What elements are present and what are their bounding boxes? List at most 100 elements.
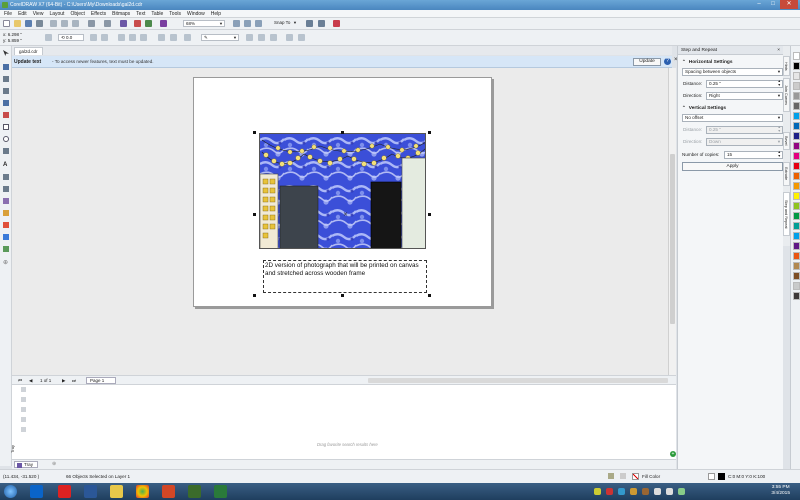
coreldraw-taskbar-icon[interactable] xyxy=(214,485,227,498)
vertical-scroll-thumb[interactable] xyxy=(670,154,675,324)
chrome-icon[interactable] xyxy=(136,485,149,498)
powerpoint-icon[interactable] xyxy=(162,485,175,498)
color-swatch[interactable] xyxy=(793,132,800,140)
previous-page-icon[interactable]: ◀ xyxy=(29,378,32,384)
weld-icon[interactable] xyxy=(184,34,191,41)
color-swatch[interactable] xyxy=(793,212,800,220)
horizontal-mode-select[interactable]: Spacing between objects ▼ xyxy=(682,68,783,76)
zoom-tool-icon[interactable] xyxy=(3,88,9,94)
show-rulers-icon[interactable] xyxy=(244,20,251,27)
docker-tab-extrude[interactable]: Extrude xyxy=(783,162,790,186)
selection-handle[interactable] xyxy=(428,294,431,297)
explorer-icon[interactable] xyxy=(110,485,123,498)
align-distribute-icon[interactable] xyxy=(246,34,253,41)
object-size-icon[interactable] xyxy=(45,34,52,41)
docker-tab-bevel[interactable]: Bevel xyxy=(783,132,790,150)
color-swatch[interactable] xyxy=(793,52,800,60)
itunes-icon[interactable] xyxy=(58,485,71,498)
menu-table[interactable]: Table xyxy=(151,11,163,17)
menu-tools[interactable]: Tools xyxy=(169,11,181,17)
system-clock[interactable]: 3:55 PM 3/4/2015 xyxy=(771,485,790,497)
color-swatch[interactable] xyxy=(793,292,800,300)
tray-toolbar-icon[interactable] xyxy=(21,417,26,422)
full-screen-preview-icon[interactable] xyxy=(233,20,240,27)
menu-help[interactable]: Help xyxy=(211,11,221,17)
color-proof-icon[interactable] xyxy=(608,473,614,479)
shape-tool-icon[interactable] xyxy=(3,64,9,70)
spinner-arrows-icon[interactable]: ▲ ▼ xyxy=(778,150,781,159)
connector-tool-icon[interactable] xyxy=(3,186,9,192)
gallery-artwork-group[interactable]: × xyxy=(259,133,426,249)
parallel-dimension-icon[interactable] xyxy=(3,174,9,180)
apply-button[interactable]: Apply xyxy=(682,162,783,171)
group-icon[interactable] xyxy=(118,34,125,41)
add-tab-icon[interactable]: ⊕ xyxy=(52,461,56,467)
word-icon[interactable] xyxy=(84,485,97,498)
outline-color-icon[interactable] xyxy=(718,473,725,480)
document-page[interactable]: × 2D version of photograph that will be … xyxy=(193,77,492,307)
save-icon[interactable] xyxy=(25,20,32,27)
color-swatch[interactable] xyxy=(793,62,800,70)
color-swatch[interactable] xyxy=(793,72,800,80)
transparency-tool-icon[interactable] xyxy=(3,210,9,216)
y-position[interactable]: y: 5.859 " xyxy=(3,38,22,43)
combine-icon[interactable] xyxy=(158,34,165,41)
rectangle-tool-icon[interactable] xyxy=(3,124,9,130)
welcome-screen-icon[interactable] xyxy=(318,20,325,27)
docker-tab-join-curves[interactable]: Join Curves xyxy=(783,78,790,112)
dreamweaver-icon[interactable] xyxy=(188,485,201,498)
mirror-vertical-icon[interactable] xyxy=(101,34,108,41)
redo-icon[interactable] xyxy=(104,20,111,27)
menu-layout[interactable]: Layout xyxy=(49,11,64,17)
eyedropper-icon[interactable] xyxy=(3,222,9,228)
application-launcher-icon[interactable] xyxy=(160,20,167,27)
color-swatch[interactable] xyxy=(793,282,800,290)
options-icon[interactable] xyxy=(306,20,313,27)
selection-handle[interactable] xyxy=(341,131,344,134)
document-color-icon[interactable] xyxy=(620,473,626,479)
snap-to-dropdown[interactable]: Snap To ▼ xyxy=(272,20,298,27)
copy-icon[interactable] xyxy=(61,20,68,27)
selection-handle[interactable] xyxy=(428,213,431,216)
color-swatch[interactable] xyxy=(793,142,800,150)
color-swatch[interactable] xyxy=(793,252,800,260)
ellipse-tool-icon[interactable] xyxy=(3,136,9,142)
tray-tab[interactable]: Tray xyxy=(14,461,39,468)
color-swatch[interactable] xyxy=(793,162,800,170)
outline-width-select[interactable]: ✎ ▼ xyxy=(201,34,239,41)
vertical-settings-heading[interactable]: ⌃ Vertical Settings xyxy=(682,105,726,111)
print-icon[interactable] xyxy=(36,20,43,27)
drawing-canvas[interactable]: × 2D version of photograph that will be … xyxy=(12,68,668,375)
add-tray-icon[interactable]: + xyxy=(670,451,676,457)
new-icon[interactable] xyxy=(3,20,10,27)
to-front-icon[interactable] xyxy=(258,34,265,41)
vertical-mode-select[interactable]: No offset ▼ xyxy=(682,114,783,122)
minimize-button[interactable]: – xyxy=(752,0,766,9)
menu-view[interactable]: View xyxy=(33,11,44,17)
copies-input[interactable]: 15 ▲ ▼ xyxy=(724,150,783,159)
next-page-icon[interactable]: ▶ xyxy=(62,378,65,384)
tray-app-icon[interactable] xyxy=(618,488,625,495)
update-button[interactable]: Update xyxy=(633,58,661,66)
outlook-icon[interactable] xyxy=(30,485,43,498)
smart-fill-icon[interactable] xyxy=(3,246,9,252)
menu-object[interactable]: Object xyxy=(70,11,84,17)
to-back-icon[interactable] xyxy=(270,34,277,41)
selection-handle[interactable] xyxy=(253,213,256,216)
cut-icon[interactable] xyxy=(50,20,57,27)
menu-window[interactable]: Window xyxy=(187,11,205,17)
search-content-icon[interactable] xyxy=(120,20,127,27)
ungroup-icon[interactable] xyxy=(129,34,136,41)
alignment-guides-icon[interactable] xyxy=(333,20,340,27)
battery-icon[interactable] xyxy=(678,488,685,495)
color-swatch[interactable] xyxy=(793,92,800,100)
ungroup-all-icon[interactable] xyxy=(140,34,147,41)
menu-file[interactable]: File xyxy=(4,11,12,17)
caption-text-frame[interactable]: 2D version of photograph that will be pr… xyxy=(263,260,427,293)
tray-app-icon[interactable] xyxy=(642,488,649,495)
start-icon[interactable] xyxy=(4,485,17,498)
docker-tab-step-and-repeat[interactable]: Step and Repeat xyxy=(783,192,790,236)
menu-edit[interactable]: Edit xyxy=(18,11,27,17)
selection-handle[interactable] xyxy=(253,294,256,297)
undo-icon[interactable] xyxy=(88,20,95,27)
